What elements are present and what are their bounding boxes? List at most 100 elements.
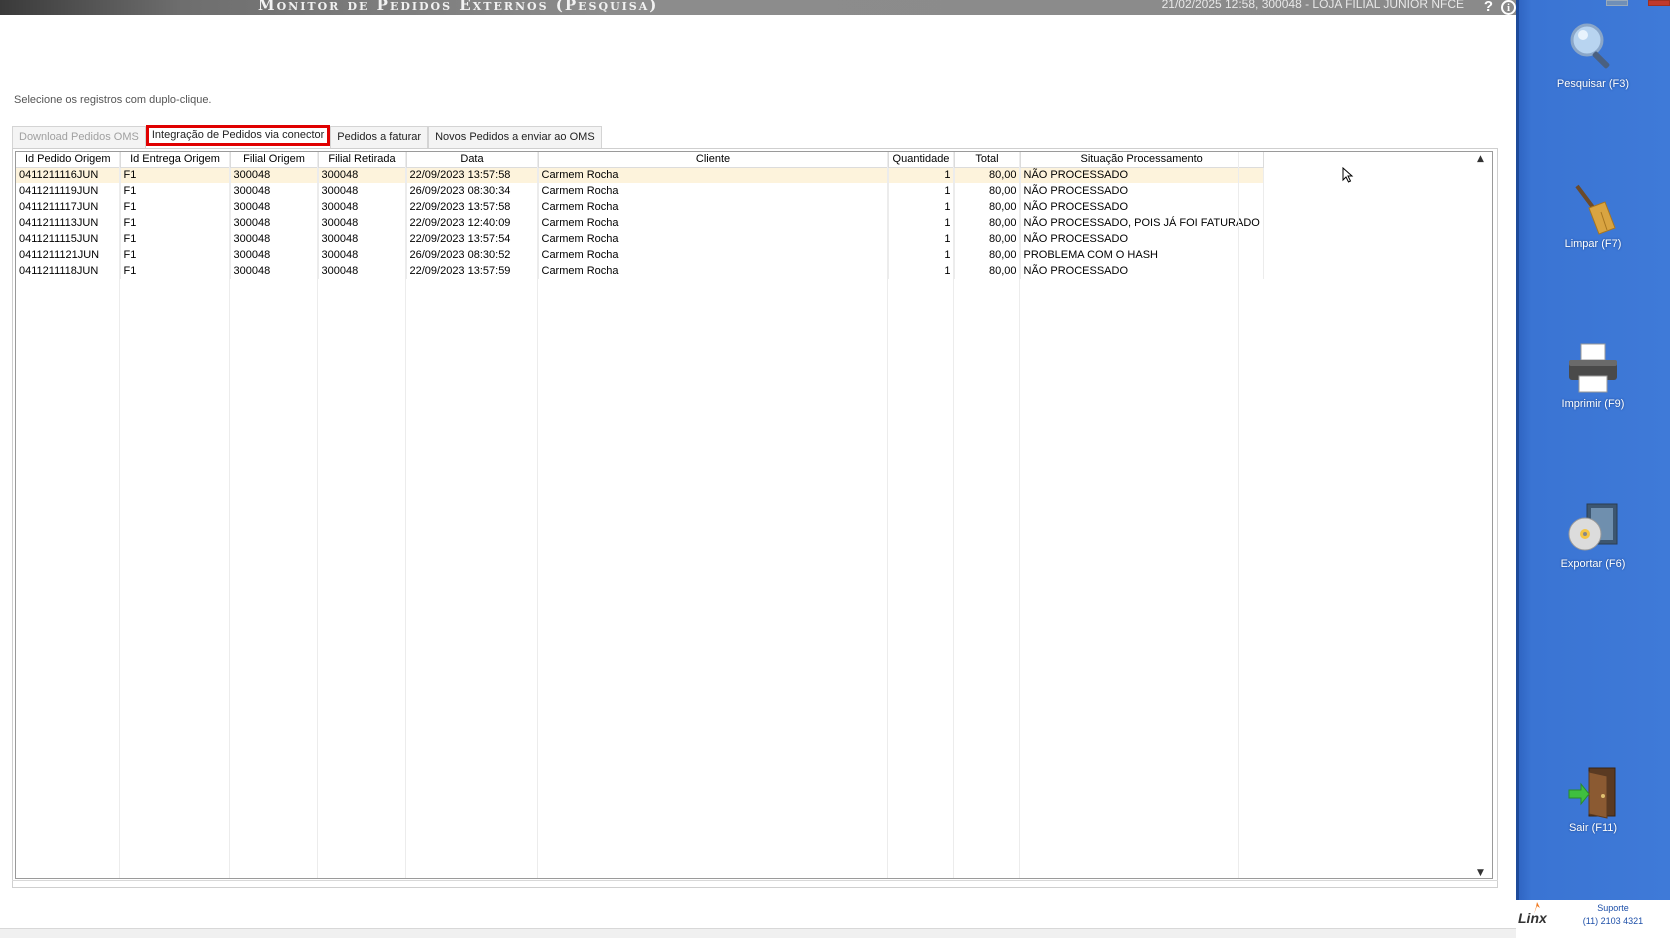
scroll-down-icon[interactable]: ▼ [1477,868,1484,878]
cell-filial-origem: 300048 [230,183,319,199]
cell-cliente: Carmem Rocha [538,167,889,183]
support-label: Suporte [1597,903,1629,913]
cell-cliente: Carmem Rocha [538,263,889,279]
cell-total: 80,00 [954,263,1021,279]
cell-filial-origem: 300048 [230,263,319,279]
linx-logo-icon [1534,902,1540,914]
cell-situacao: NÃO PROCESSADO [1020,263,1264,279]
cell-total: 80,00 [954,167,1021,183]
col-header-filial-origem[interactable]: Filial Origem [230,152,319,168]
cell-filial-retirada: 300048 [318,183,407,199]
help-icon[interactable]: ? [1484,0,1493,14]
column-divider [887,152,888,878]
title-bar: Monitor de Pedidos Externos (Pesquisa) 2… [0,0,1516,15]
cell-cliente: Carmem Rocha [538,199,889,215]
cell-id-entrega: F1 [120,167,231,183]
tab-integracao-pedidos-conector[interactable]: Integração de Pedidos via conector [145,125,331,146]
tab-novos-pedidos-enviar-oms[interactable]: Novos Pedidos a enviar ao OMS [428,126,602,148]
cell-id-entrega: F1 [120,231,231,247]
table-header-row: Id Pedido Origem Id Entrega Origem Filia… [16,152,1264,168]
export-disc-icon [1565,500,1621,556]
table-row[interactable]: 0411211121JUN F1 300048 300048 26/09/202… [16,247,1264,263]
cell-filial-origem: 300048 [230,247,319,263]
cell-id-pedido: 0411211117JUN [16,199,121,215]
cell-cliente: Carmem Rocha [538,231,889,247]
clear-button[interactable]: Limpar (F7) [1516,180,1670,250]
col-header-total[interactable]: Total [954,152,1021,168]
tab-strip: Download Pedidos OMS Integração de Pedid… [12,125,602,148]
cell-id-entrega: F1 [120,247,231,263]
cell-data: 26/09/2023 08:30:34 [406,183,539,199]
cell-situacao: NÃO PROCESSADO [1020,167,1264,183]
col-header-filial-retirada[interactable]: Filial Retirada [318,152,407,168]
tab-pedidos-a-faturar[interactable]: Pedidos a faturar [330,126,429,148]
table-row[interactable]: 0411211117JUN F1 300048 300048 22/09/202… [16,199,1264,215]
window-controls [1606,0,1670,8]
cell-filial-origem: 300048 [230,231,319,247]
cell-quantidade: 1 [888,263,955,279]
cell-total: 80,00 [954,247,1021,263]
grid-footer-strip [12,880,1498,890]
cell-id-pedido: 0411211116JUN [16,167,121,183]
column-divider [229,152,230,878]
cell-id-pedido: 0411211115JUN [16,231,121,247]
table-row[interactable]: 0411211118JUN F1 300048 300048 22/09/202… [16,263,1264,279]
support-footer: Linx Suporte (11) 2103 4321 [1516,900,1670,938]
export-button-label: Exportar (F6) [1560,558,1626,570]
cell-id-entrega: F1 [120,215,231,231]
cell-filial-retirada: 300048 [318,263,407,279]
cell-id-entrega: F1 [120,199,231,215]
status-bar [0,928,1516,938]
col-header-cliente[interactable]: Cliente [538,152,889,168]
cell-cliente: Carmem Rocha [538,183,889,199]
cell-quantidade: 1 [888,199,955,215]
column-divider [317,152,318,878]
col-header-id-entrega-origem[interactable]: Id Entrega Origem [120,152,231,168]
clear-button-label: Limpar (F7) [1564,238,1622,250]
grid-panel: Id Pedido Origem Id Entrega Origem Filia… [12,148,1498,888]
cell-id-pedido: 0411211118JUN [16,263,121,279]
cell-total: 80,00 [954,231,1021,247]
orders-grid[interactable]: Id Pedido Origem Id Entrega Origem Filia… [15,151,1493,879]
table-row[interactable]: 0411211116JUN F1 300048 300048 22/09/202… [16,167,1264,183]
cell-quantidade: 1 [888,247,955,263]
info-icon[interactable]: i [1501,0,1516,15]
column-divider [1238,152,1239,878]
table-row[interactable]: 0411211113JUN F1 300048 300048 22/09/202… [16,215,1264,231]
search-button[interactable]: Pesquisar (F3) [1516,20,1670,90]
orders-table: Id Pedido Origem Id Entrega Origem Filia… [16,152,1264,279]
cell-data: 22/09/2023 13:57:54 [406,231,539,247]
cell-data: 22/09/2023 12:40:09 [406,215,539,231]
col-header-id-pedido-origem[interactable]: Id Pedido Origem [16,152,121,168]
col-header-data[interactable]: Data [406,152,539,168]
column-divider [953,152,954,878]
minimize-icon[interactable] [1606,0,1628,6]
support-info[interactable]: Suporte (11) 2103 4321 [1558,902,1668,928]
printer-icon [1565,340,1621,396]
col-header-quantidade[interactable]: Quantidade [888,152,955,168]
column-divider [405,152,406,878]
cell-id-entrega: F1 [120,183,231,199]
scroll-up-icon[interactable]: ▲ [1477,154,1484,164]
cell-filial-retirada: 300048 [318,167,407,183]
print-button[interactable]: Imprimir (F9) [1516,340,1670,410]
title-icons: ? i [1484,0,1516,15]
cell-total: 80,00 [954,199,1021,215]
close-icon[interactable] [1648,0,1670,6]
table-row[interactable]: 0411211119JUN F1 300048 300048 26/09/202… [16,183,1264,199]
cell-situacao: NÃO PROCESSADO [1020,199,1264,215]
exit-door-icon [1565,764,1621,820]
cell-data: 22/09/2023 13:57:59 [406,263,539,279]
print-button-label: Imprimir (F9) [1561,398,1625,410]
instruction-text: Selecione os registros com duplo-clique. [14,94,212,106]
vertical-scrollbar[interactable]: ▲ ▼ [1474,152,1492,878]
table-row[interactable]: 0411211115JUN F1 300048 300048 22/09/202… [16,231,1264,247]
window-title: Monitor de Pedidos Externos (Pesquisa) [258,0,659,14]
search-button-label: Pesquisar (F3) [1556,78,1630,90]
exit-button[interactable]: Sair (F11) [1516,764,1670,834]
cell-quantidade: 1 [888,215,955,231]
export-button[interactable]: Exportar (F6) [1516,500,1670,570]
session-info: 21/02/2025 12:58, 300048 - LOJA FILIAL J… [1161,0,1464,11]
magnifier-icon [1565,20,1621,76]
col-header-situacao[interactable]: Situação Processamento [1020,152,1264,168]
